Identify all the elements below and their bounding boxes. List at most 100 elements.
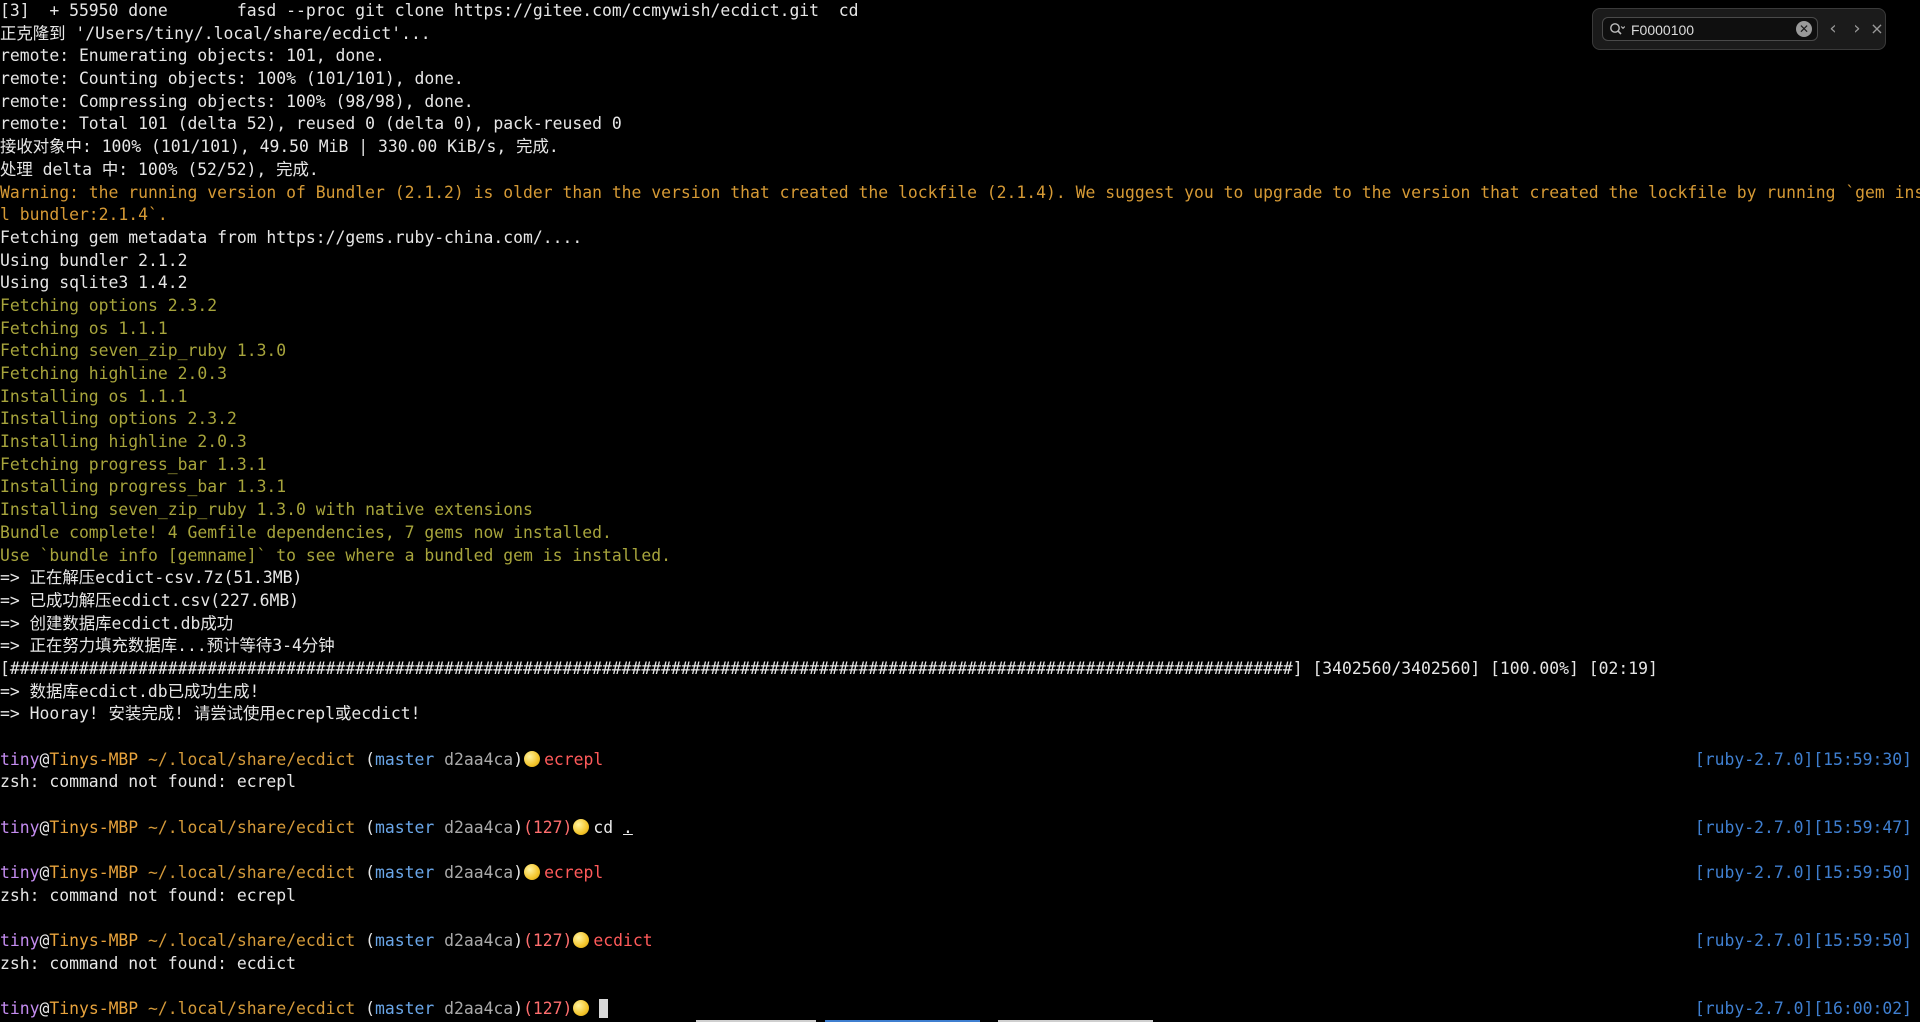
output-line: Installing os 1.1.1 (0, 386, 1920, 409)
output-text: Installing options 2.3.2 (0, 409, 237, 429)
close-find-button[interactable]: × (1867, 18, 1887, 40)
prompt-at: @ (39, 817, 50, 837)
output-line: => 创建数据库ecdict.db成功 (0, 613, 1920, 636)
prompt-user: tiny (0, 749, 40, 769)
exit-code: (127) (523, 817, 573, 837)
command-arg: . (623, 817, 633, 837)
output-line: Fetching os 1.1.1 (0, 318, 1920, 341)
text-cursor[interactable] (599, 999, 609, 1019)
prompt-at: @ (39, 749, 50, 769)
search-field[interactable]: ✕ (1602, 17, 1818, 41)
git-hash: d2aa4ca (434, 999, 514, 1019)
output-text: remote: Enumerating objects: 101, done. (0, 46, 385, 66)
output-text: Warning: the running version of Bundler … (0, 182, 1920, 202)
output-text: Fetching gem metadata from https://gems.… (0, 227, 583, 247)
clear-search-button[interactable]: ✕ (1796, 21, 1812, 37)
terminal-window[interactable]: [3] + 55950 done fasd --proc git clone h… (0, 0, 1920, 1022)
output-line: l bundler:2.1.4`. (0, 204, 1920, 227)
output-line: Fetching seven_zip_ruby 1.3.0 (0, 340, 1920, 363)
prompt-line: tiny@Tinys-MBP ~/.local/share/ecdict (ma… (0, 998, 1920, 1021)
right-prompt: [ruby-2.7.0][15:59:47] (1694, 817, 1912, 837)
prompt-path: ~/.local/share/ecdict (138, 749, 366, 769)
output-text: Installing highline 2.0.3 (0, 432, 247, 452)
output-line: Fetching gem metadata from https://gems.… (0, 227, 1920, 250)
lemon-icon (573, 1000, 590, 1017)
prompt-line: tiny@Tinys-MBP ~/.local/share/ecdict (ma… (0, 862, 1920, 885)
next-match-button[interactable]: › (1847, 18, 1867, 40)
prompt-paren: ( (365, 999, 376, 1019)
output-line: zsh: command not found: ecrepl (0, 885, 1920, 908)
prompt-paren: ( (365, 817, 376, 837)
output-text: zsh: command not found: ecrepl (0, 885, 297, 905)
prompt-paren: ( (365, 863, 376, 883)
output-text: Fetching highline 2.0.3 (0, 364, 227, 383)
output-line: Bundle complete! 4 Gemfile dependencies,… (0, 522, 1920, 545)
output-text: Installing os 1.1.1 (0, 386, 188, 406)
git-branch: master (375, 863, 435, 883)
output-line: Installing options 2.3.2 (0, 408, 1920, 431)
previous-match-button[interactable]: ‹ (1823, 18, 1843, 40)
output-text: Fetching os 1.1.1 (0, 318, 168, 338)
output-text: remote: Total 101 (delta 52), reused 0 (… (0, 114, 622, 134)
prompt-at: @ (39, 931, 50, 951)
prompt-user: tiny (0, 931, 40, 951)
prompt-line: tiny@Tinys-MBP ~/.local/share/ecdict (ma… (0, 817, 1920, 840)
command-text: ecrepl (544, 749, 604, 769)
prompt-paren: ( (365, 749, 376, 769)
lemon-icon (573, 818, 590, 835)
prompt-host: Tinys-MBP (49, 999, 139, 1019)
output-line: Installing seven_zip_ruby 1.3.0 with nat… (0, 499, 1920, 522)
output-text: remote: Compressing objects: 100% (98/98… (0, 91, 474, 111)
git-hash: d2aa4ca (434, 863, 514, 883)
output-text: Installing seven_zip_ruby 1.3.0 with nat… (0, 500, 533, 520)
output-line: [#######################################… (0, 658, 1920, 681)
prompt-paren: ) (513, 931, 524, 951)
git-branch: master (375, 817, 435, 837)
search-input[interactable] (1629, 19, 1793, 41)
output-text: => Hooray! 安装完成! 请尝试使用ecrepl或ecdict! (0, 704, 421, 724)
git-branch: master (375, 931, 435, 951)
output-line: Installing progress_bar 1.3.1 (0, 476, 1920, 499)
output-text: zsh: command not found: ecdict (0, 953, 297, 973)
prompt-host: Tinys-MBP (49, 931, 139, 951)
output-text: remote: Counting objects: 100% (101/101)… (0, 69, 464, 89)
output-text: [3] + 55950 done fasd --proc git clone h… (0, 1, 859, 20)
output-line: zsh: command not found: ecrepl (0, 771, 1920, 794)
output-line: => 数据库ecdict.db已成功生成! (0, 681, 1920, 704)
output-line: zsh: command not found: ecdict (0, 953, 1920, 976)
output-line: remote: Compressing objects: 100% (98/98… (0, 91, 1920, 114)
output-text: Fetching options 2.3.2 (0, 295, 218, 315)
output-text: Using bundler 2.1.2 (0, 250, 188, 270)
output-text: zsh: command not found: ecrepl (0, 772, 297, 792)
prompt-path: ~/.local/share/ecdict (138, 931, 366, 951)
prompt-path: ~/.local/share/ecdict (138, 999, 366, 1019)
output-text: => 正在努力填充数据库...预计等待3-4分钟 (0, 636, 335, 656)
output-line: Use `bundle info [gemname]` to see where… (0, 545, 1920, 568)
output-line: => Hooray! 安装完成! 请尝试使用ecrepl或ecdict! (0, 703, 1920, 726)
output-text: 处理 delta 中: 100% (52/52), 完成. (0, 159, 319, 179)
output-text: Use `bundle info [gemname]` to see where… (0, 545, 672, 565)
lemon-icon (573, 932, 590, 949)
output-text: Fetching progress_bar 1.3.1 (0, 454, 267, 474)
prompt-host: Tinys-MBP (49, 817, 139, 837)
right-prompt: [ruby-2.7.0][15:59:50] (1694, 863, 1912, 883)
search-icon[interactable] (1609, 22, 1625, 36)
output-line: remote: Total 101 (delta 52), reused 0 (… (0, 113, 1920, 136)
git-hash: d2aa4ca (434, 931, 514, 951)
output-line: 处理 delta 中: 100% (52/52), 完成. (0, 159, 1920, 182)
prompt-paren: ) (513, 999, 524, 1019)
prompt-path: ~/.local/share/ecdict (138, 817, 366, 837)
prompt-paren: ) (513, 817, 524, 837)
prompt-at: @ (39, 863, 50, 883)
output-text: Bundle complete! 4 Gemfile dependencies,… (0, 522, 612, 542)
prompt-path: ~/.local/share/ecdict (138, 863, 366, 883)
command-text: ecrepl (544, 863, 604, 883)
prompt-user: tiny (0, 817, 40, 837)
output-line: 接收对象中: 100% (101/101), 49.50 MiB | 330.0… (0, 136, 1920, 159)
output-line: Warning: the running version of Bundler … (0, 182, 1920, 205)
exit-code: (127) (523, 999, 573, 1019)
prompt-user: tiny (0, 863, 40, 883)
